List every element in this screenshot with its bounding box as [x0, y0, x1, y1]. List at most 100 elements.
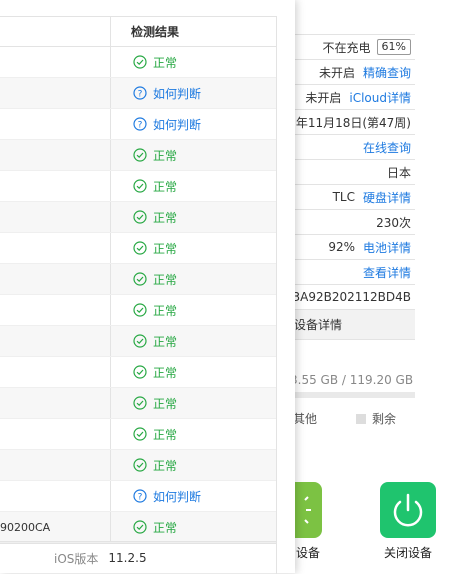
result-text: 正常	[153, 365, 178, 380]
table-row: 正常	[0, 326, 276, 357]
question-circle-icon: ?	[133, 86, 147, 100]
result-text: 正常	[153, 210, 178, 225]
device-info-value: 92%	[328, 240, 355, 254]
device-info-value: 未开启	[318, 65, 355, 80]
device-info-link[interactable]: 精确查询	[363, 64, 411, 81]
table-header: 检测结果	[0, 17, 276, 47]
table-row: 正常	[0, 202, 276, 233]
device-info-row: 未开启 iCloud详情	[290, 85, 415, 110]
device-info-value: 不在充电	[322, 40, 371, 55]
result-text: 正常	[153, 55, 178, 70]
result-text: 正常	[153, 303, 178, 318]
table-row: 90200CA 正常	[0, 512, 276, 543]
device-info-row: 不在充电 61%	[290, 35, 415, 60]
legend-free-label: 剩余	[372, 412, 397, 426]
question-circle-icon: ?	[133, 117, 147, 131]
check-circle-icon	[133, 458, 147, 472]
table-row: 正常	[0, 295, 276, 326]
shutdown-button[interactable]	[380, 482, 436, 538]
svg-text:?: ?	[138, 120, 143, 130]
check-circle-icon	[133, 241, 147, 255]
check-circle-icon	[133, 210, 147, 224]
check-circle-icon	[133, 179, 147, 193]
ios-version-label: iOS版本	[54, 551, 99, 566]
device-action-label: 设备	[296, 546, 321, 560]
check-item-name: 90200CA	[0, 520, 51, 534]
device-info-row: 未开启 精确查询	[290, 60, 415, 85]
question-circle-icon: ?	[133, 489, 147, 503]
result-text: 正常	[153, 179, 178, 194]
result-normal: 正常	[110, 47, 276, 77]
shutdown-label: 关闭设备	[384, 546, 433, 560]
table-row: 正常	[0, 233, 276, 264]
table-row: 正常	[0, 171, 276, 202]
result-text: 如何判断	[153, 86, 202, 101]
table-row: ? 如何判断	[0, 78, 276, 109]
check-result-table: 检测结果 正常? 如何判断? 如何判断 正常 正常 正常 正常 正常 正常 正常 正常 正常 正常 正常?…	[0, 16, 277, 544]
check-report-panel: 检测结果 正常? 如何判断? 如何判断 正常 正常 正常 正常 正常 正常 正常 正常 正常 正常 正常?…	[0, 0, 295, 574]
device-info-link[interactable]: 查看详情	[363, 264, 411, 281]
table-row: 正常	[0, 388, 276, 419]
check-circle-icon	[133, 520, 147, 534]
device-info-value: 日本	[386, 165, 411, 180]
result-text: 正常	[153, 334, 178, 349]
legend-free: 剩余	[356, 410, 396, 427]
storage-usage: 3.55 GB / 119.20 GB	[290, 373, 414, 387]
device-info-value: 3A92B202112BD4B	[292, 290, 412, 304]
device-info-link[interactable]: 电池详情	[363, 239, 411, 256]
device-info-table: 不在充电 61% 未开启 精确查询 未开启 iCloud详情 年11月18日(第47周) 在线…	[290, 34, 415, 340]
result-normal: 正常	[110, 233, 276, 263]
battery-level-badge: 61%	[376, 39, 411, 55]
result-text: 正常	[153, 458, 178, 473]
how-to-judge-link[interactable]: ? 如何判断	[110, 78, 276, 108]
device-info-row: 92% 电池详情	[290, 235, 415, 260]
result-text: 正常	[153, 241, 178, 256]
table-row: 正常	[0, 419, 276, 450]
check-circle-icon	[133, 427, 147, 441]
result-normal: 正常	[110, 295, 276, 325]
check-circle-icon	[133, 148, 147, 162]
check-circle-icon	[133, 396, 147, 410]
device-info-value: 未开启	[305, 90, 342, 105]
result-normal: 正常	[110, 140, 276, 170]
device-info-row: 在线查询	[290, 135, 415, 160]
table-row: ? 如何判断	[0, 481, 276, 512]
check-circle-icon	[133, 55, 147, 69]
how-to-judge-link[interactable]: ? 如何判断	[110, 109, 276, 139]
result-text: 正常	[153, 272, 178, 287]
check-circle-icon	[133, 334, 147, 348]
device-info-link[interactable]: 在线查询	[363, 139, 411, 156]
result-text: 正常	[153, 396, 178, 411]
device-info-row: 日本	[290, 160, 415, 185]
check-circle-icon	[133, 272, 147, 286]
how-to-judge-link[interactable]: ? 如何判断	[110, 481, 276, 511]
result-normal: 正常	[110, 512, 276, 542]
legend-other-label: 其他	[293, 412, 318, 426]
device-info-row: 230次	[290, 210, 415, 235]
result-normal: 正常	[110, 326, 276, 356]
table-row: ? 如何判断	[0, 109, 276, 140]
result-normal: 正常	[110, 171, 276, 201]
result-column-header: 检测结果	[110, 17, 276, 46]
svg-text:?: ?	[138, 492, 143, 502]
device-info-link[interactable]: iCloud详情	[349, 89, 411, 106]
table-row: 正常	[0, 47, 276, 78]
device-details-button[interactable]: 设备详情	[290, 310, 415, 340]
legend-other: 其他	[293, 410, 317, 427]
legend-free-swatch	[356, 413, 366, 424]
table-row: 正常	[0, 357, 276, 388]
result-normal: 正常	[110, 450, 276, 480]
device-info-value: 年11月18日(第47周)	[295, 115, 411, 130]
device-info-row: 年11月18日(第47周)	[290, 110, 415, 135]
check-circle-icon	[133, 365, 147, 379]
device-info-link[interactable]: 硬盘详情	[363, 189, 411, 206]
table-row: 正常	[0, 140, 276, 171]
result-text: 正常	[153, 148, 178, 163]
device-info-row: 3A92B202112BD4B	[290, 285, 415, 310]
table-row: 正常	[0, 264, 276, 295]
result-normal: 正常	[110, 264, 276, 294]
device-info-row: TLC 硬盘详情	[290, 185, 415, 210]
result-normal: 正常	[110, 202, 276, 232]
result-text: 正常	[153, 427, 178, 442]
table-row: 正常	[0, 450, 276, 481]
